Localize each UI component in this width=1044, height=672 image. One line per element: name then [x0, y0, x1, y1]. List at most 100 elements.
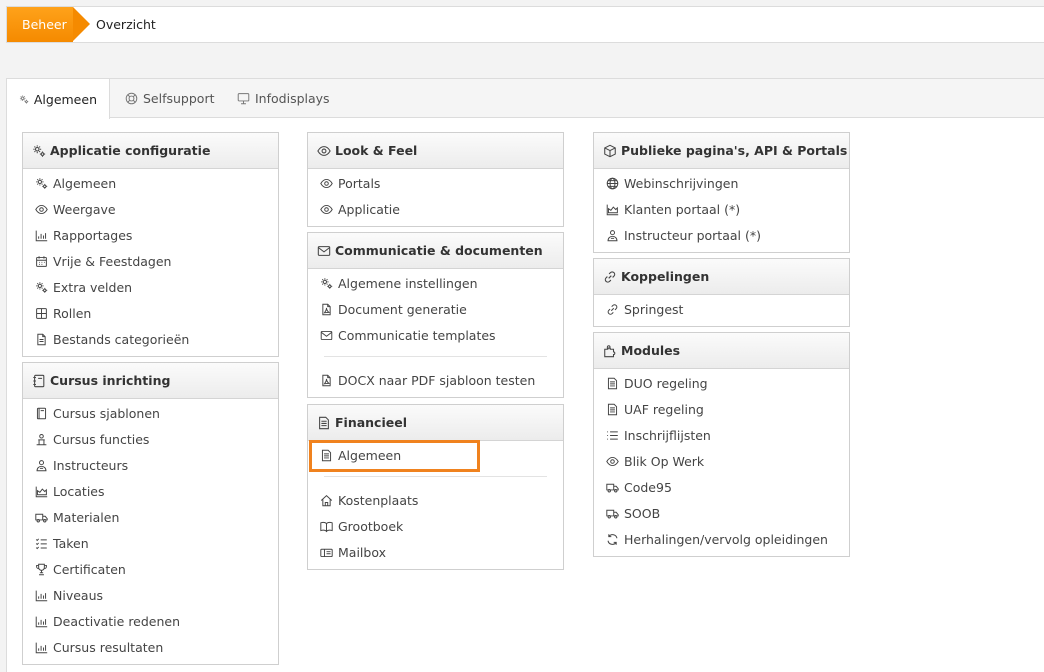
- breadcrumb-home[interactable]: Beheer: [7, 7, 90, 42]
- menu-item-extra-velden[interactable]: Extra velden: [23, 274, 278, 300]
- card-communicatie-documenten: Communicatie & documenten Algemene inste…: [307, 232, 564, 398]
- menu-item-herhalingen[interactable]: Herhalingen/vervolg opleidingen: [594, 526, 849, 552]
- card-header: Cursus inrichting: [23, 363, 278, 399]
- card-header: Applicatie configuratie: [23, 133, 278, 169]
- divider: [324, 476, 547, 477]
- menu-item-label: SOOB: [624, 505, 661, 521]
- menu-item-rapportages[interactable]: Rapportages: [23, 222, 278, 248]
- menu-item-instructeur-portaal[interactable]: Instructeur portaal (*): [594, 222, 849, 248]
- menu-item-blik-op-werk[interactable]: Blik Op Werk: [594, 448, 849, 474]
- menu-item-applicatie[interactable]: Applicatie: [308, 196, 563, 222]
- menu-item-financieel-algemeen[interactable]: Algemeen: [308, 442, 563, 468]
- menu-item-instructeurs[interactable]: Instructeurs: [23, 452, 278, 478]
- breadcrumb-current: Overzicht: [96, 17, 156, 32]
- file-icon: [35, 333, 48, 346]
- tab-algemeen[interactable]: Algemeen: [7, 79, 110, 119]
- card-look-feel: Look & Feel Portals Applicatie: [307, 132, 564, 227]
- menu-item-label: Rollen: [53, 305, 92, 321]
- card-header: Look & Feel: [308, 133, 563, 169]
- menu-item-taken[interactable]: Taken: [23, 530, 278, 556]
- menu-item-label: Weergave: [53, 201, 116, 217]
- card-header: Communicatie & documenten: [308, 233, 563, 269]
- eye-icon: [606, 455, 619, 468]
- menu-item-document-generatie[interactable]: Document generatie: [308, 296, 563, 322]
- menu-item-algemene-instellingen[interactable]: Algemene instellingen: [308, 270, 563, 296]
- menu-item-label: Bestands categorieën: [53, 331, 190, 347]
- notebook-icon: [32, 374, 46, 388]
- menu-item-label: Algemeen: [53, 175, 117, 191]
- tab-label: Selfsupport: [143, 91, 215, 106]
- menu-item-kostenplaats[interactable]: Kostenplaats: [308, 487, 563, 513]
- user-icon: [35, 459, 48, 472]
- area-chart-icon: [35, 485, 48, 498]
- eye-icon: [320, 203, 333, 216]
- eye-icon: [317, 144, 331, 158]
- menu-item-rollen[interactable]: Rollen: [23, 300, 278, 326]
- truck-icon: [606, 481, 619, 494]
- monitor-icon: [237, 92, 250, 105]
- menu-item-label: Document generatie: [338, 301, 467, 317]
- bar-chart-icon: [35, 589, 48, 602]
- menu-item-communicatie-templates[interactable]: Communicatie templates: [308, 322, 563, 348]
- pdf-file-icon: [320, 303, 333, 316]
- gears-icon: [320, 277, 333, 290]
- menu-item-certificaten[interactable]: Certificaten: [23, 556, 278, 582]
- menu-item-label: Certificaten: [53, 561, 126, 577]
- envelope-icon: [317, 244, 331, 258]
- menu-item-label: Klanten portaal (*): [624, 201, 741, 217]
- card-header: Publieke pagina's, API & Portals: [594, 133, 849, 169]
- menu-item-label: Code95: [624, 479, 672, 495]
- menu-item-label: Herhalingen/vervolg opleidingen: [624, 531, 828, 547]
- menu-item-weergave[interactable]: Weergave: [23, 196, 278, 222]
- bar-chart-icon: [35, 615, 48, 628]
- menu-item-deactivatie-redenen[interactable]: Deactivatie redenen: [23, 608, 278, 634]
- menu-item-inschrijflijsten[interactable]: Inschrijflijsten: [594, 422, 849, 448]
- truck-icon: [606, 507, 619, 520]
- menu-item-cursus-sjablonen[interactable]: Cursus sjablonen: [23, 400, 278, 426]
- tab-label: Algemeen: [33, 91, 97, 107]
- menu-item-klanten-portaal[interactable]: Klanten portaal (*): [594, 196, 849, 222]
- menu-item-niveaus[interactable]: Niveaus: [23, 582, 278, 608]
- tab-infodisplays[interactable]: Infodisplays: [225, 79, 342, 118]
- menu-item-label: Blik Op Werk: [624, 453, 705, 469]
- menu-item-algemeen[interactable]: Algemeen: [23, 170, 278, 196]
- card-cursus-inrichting: Cursus inrichting Cursus sjablonen Cursu…: [22, 362, 279, 665]
- card-title: Cursus inrichting: [50, 373, 171, 388]
- menu-item-materialen[interactable]: Materialen: [23, 504, 278, 530]
- menu-item-label: Cursus sjablonen: [53, 405, 160, 421]
- menu-item-label: Deactivatie redenen: [53, 613, 181, 629]
- menu-item-vrije-feestdagen[interactable]: Vrije & Feestdagen: [23, 248, 278, 274]
- menu-item-code95[interactable]: Code95: [594, 474, 849, 500]
- menu-item-springest[interactable]: Springest: [594, 296, 849, 322]
- document-icon: [317, 416, 331, 430]
- menu-item-duo-regeling[interactable]: DUO regeling: [594, 370, 849, 396]
- cube-icon: [603, 144, 617, 158]
- link-icon: [606, 303, 619, 316]
- menu-item-locaties[interactable]: Locaties: [23, 478, 278, 504]
- open-book-icon: [320, 520, 333, 533]
- link-icon: [603, 270, 617, 284]
- menu-item-label: Algemene instellingen: [338, 275, 478, 291]
- menu-item-cursus-resultaten[interactable]: Cursus resultaten: [23, 634, 278, 660]
- home-icon: [320, 494, 333, 507]
- menu-item-label: Cursus functies: [53, 431, 150, 447]
- envelope-icon: [320, 329, 333, 342]
- menu-item-mailbox[interactable]: Mailbox: [308, 539, 563, 565]
- menu-item-label: Communicatie templates: [338, 327, 496, 343]
- menu-item-docx-naar-pdf[interactable]: DOCX naar PDF sjabloon testen: [308, 367, 563, 393]
- card-header: Financieel: [308, 405, 563, 441]
- tab-selfsupport[interactable]: Selfsupport: [113, 79, 227, 118]
- menu-item-cursus-functies[interactable]: Cursus functies: [23, 426, 278, 452]
- menu-item-label: Webinschrijvingen: [624, 175, 739, 191]
- gears-icon: [35, 177, 48, 190]
- menu-item-soob[interactable]: SOOB: [594, 500, 849, 526]
- menu-item-uaf-regeling[interactable]: UAF regeling: [594, 396, 849, 422]
- tasks-icon: [35, 537, 48, 550]
- menu-item-label: Extra velden: [53, 279, 133, 295]
- menu-item-webinschrijvingen[interactable]: Webinschrijvingen: [594, 170, 849, 196]
- card-modules: Modules DUO regeling UAF regeling Inschr…: [593, 332, 850, 557]
- menu-item-grootboek[interactable]: Grootboek: [308, 513, 563, 539]
- menu-item-portals[interactable]: Portals: [308, 170, 563, 196]
- menu-item-bestands-categorieen[interactable]: Bestands categorieën: [23, 326, 278, 352]
- menu-item-label: Inschrijflijsten: [624, 427, 711, 443]
